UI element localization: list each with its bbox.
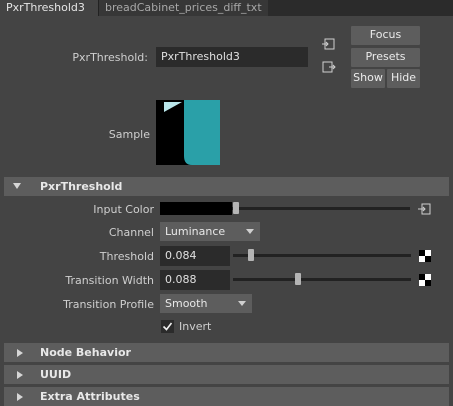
node-name-field[interactable]: PxrThreshold3 <box>156 47 308 67</box>
transition-width-label: Transition Width <box>65 274 154 287</box>
threshold-texture-map-icon[interactable] <box>419 250 431 262</box>
tab-pxrthreshold3[interactable]: PxrThreshold3 <box>0 0 98 16</box>
chevron-down-icon <box>246 229 254 234</box>
chevron-down-icon <box>238 301 246 306</box>
input-color-label: Input Color <box>93 203 154 216</box>
channel-dropdown[interactable]: Luminance <box>160 222 260 241</box>
threshold-slider-thumb[interactable] <box>248 249 254 261</box>
section-title: PxrThreshold <box>40 180 123 193</box>
input-connection-icon[interactable] <box>322 37 336 51</box>
transition-profile-dropdown[interactable]: Smooth <box>160 294 252 313</box>
checkmark-icon <box>162 322 173 331</box>
output-connection-icon[interactable] <box>322 60 336 74</box>
collapse-arrow-icon <box>17 371 23 379</box>
transition-profile-value: Smooth <box>165 297 208 310</box>
sample-swatch-image <box>156 100 220 165</box>
collapse-arrow-icon <box>17 349 23 357</box>
transition-width-slider-thumb[interactable] <box>295 273 301 285</box>
collapse-arrow-icon <box>17 393 23 401</box>
presets-button[interactable]: Presets <box>351 48 420 67</box>
transition-width-field[interactable]: 0.088 <box>160 270 230 290</box>
invert-label: Invert <box>179 320 212 333</box>
section-extra-attributes[interactable]: Extra Attributes <box>4 387 449 406</box>
section-pxrthreshold[interactable]: PxrThreshold <box>4 177 449 196</box>
show-button[interactable]: Show <box>351 69 385 88</box>
section-title: Extra Attributes <box>40 390 140 403</box>
input-color-connect-icon[interactable] <box>418 202 432 216</box>
expand-arrow-icon <box>13 183 21 189</box>
transition-width-slider-track[interactable] <box>233 278 411 281</box>
section-title: UUID <box>40 368 72 381</box>
section-uuid[interactable]: UUID <box>4 365 449 384</box>
threshold-slider-track[interactable] <box>233 254 411 257</box>
focus-button[interactable]: Focus <box>351 26 420 45</box>
input-color-slider-thumb[interactable] <box>233 202 239 214</box>
channel-label: Channel <box>108 226 154 239</box>
transition-width-texture-map-icon[interactable] <box>419 274 431 286</box>
section-title: Node Behavior <box>40 346 131 359</box>
threshold-field[interactable]: 0.084 <box>160 246 230 266</box>
invert-checkbox[interactable] <box>161 320 174 333</box>
section-node-behavior[interactable]: Node Behavior <box>4 343 449 362</box>
input-color-swatch[interactable] <box>160 202 232 215</box>
sample-swatch <box>156 100 220 165</box>
tab-breadcabinet-prices[interactable]: breadCabinet_prices_diff_txt <box>98 0 268 16</box>
hide-button[interactable]: Hide <box>387 69 420 88</box>
tab-bar: PxrThreshold3 breadCabinet_prices_diff_t… <box>0 0 453 16</box>
node-type-label: PxrThreshold: <box>72 51 148 64</box>
sample-label: Sample <box>108 128 150 141</box>
transition-profile-label: Transition Profile <box>63 298 154 311</box>
channel-value: Luminance <box>165 225 226 238</box>
input-color-slider-track[interactable] <box>232 207 410 210</box>
threshold-label: Threshold <box>99 250 154 263</box>
